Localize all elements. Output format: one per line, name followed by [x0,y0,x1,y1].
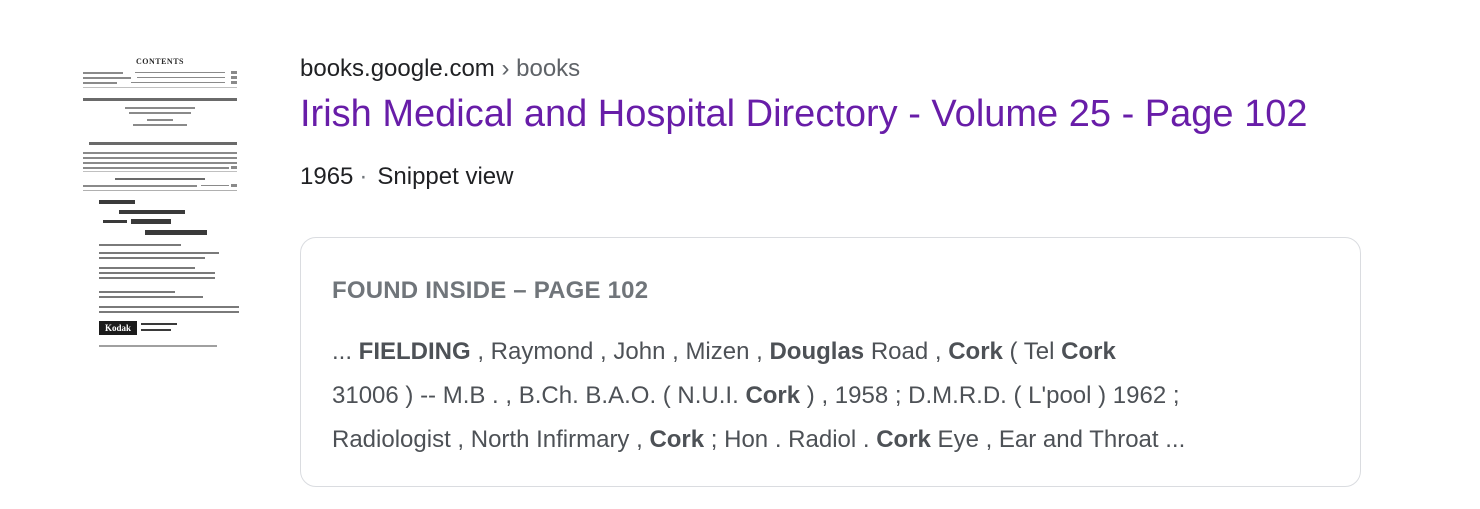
snippet-segment: ... [332,338,359,365]
snippet-line: ... FIELDING , Raymond , John , Mizen , … [332,330,1330,374]
result-domain: books.google.com [300,55,495,82]
book-thumbnail[interactable]: CONTENTS Kodak [81,57,239,353]
snippet-highlight: Cork [745,382,801,409]
snippet-segment: ( Tel [1002,338,1062,365]
snippet-line: 31006 ) -- M.B . , B.Ch. B.A.O. ( N.U.I.… [332,374,1330,418]
snippet-segment: Radiologist , North Infirmary , [332,426,650,453]
thumbnail-brand-mark: Kodak [99,321,137,335]
snippet-segment: Road , [864,338,949,365]
result-title-link[interactable]: Irish Medical and Hospital Directory - V… [300,90,1400,138]
snippet-segment: 31006 ) -- M.B . , B.Ch. B.A.O. ( N.U.I. [332,382,746,409]
found-inside-heading: FOUND INSIDE – PAGE 102 [332,277,649,304]
snippet-highlight: Cork [1061,338,1116,365]
meta-separator: · [359,163,368,190]
snippet-highlight: Douglas [769,338,865,365]
snippet-segment: ) , 1958 ; D.M.R.D. ( L'pool ) 1962 ; [800,382,1180,409]
snippet-line: Radiologist , North Infirmary , Cork ; H… [332,418,1330,462]
snippet-highlight: Cork [649,426,705,453]
result-breadcrumb[interactable]: books.google.com › books [300,52,1400,86]
snippet-segment: , Raymond , John , Mizen , [470,338,770,365]
search-result: books.google.com › books Irish Medical a… [300,52,1400,194]
publication-year: 1965 [300,163,354,190]
found-inside-card: FOUND INSIDE – PAGE 102 ... FIELDING , R… [300,237,1361,487]
thumbnail-page-scan [83,71,239,347]
snippet-segment: Eye , Ear and Throat ... [930,426,1186,453]
result-meta: 1965 · Snippet view [300,160,1400,194]
snippet-highlight: Cork [948,338,1003,365]
view-type: Snippet view [377,163,514,190]
snippet-text: ... FIELDING , Raymond , John , Mizen , … [332,330,1330,462]
result-path: books [516,55,581,82]
thumbnail-contents-heading: CONTENTS [135,57,184,66]
snippet-highlight: FIELDING [358,338,471,365]
snippet-highlight: Cork [876,426,931,453]
snippet-segment: ; Hon . Radiol . [704,426,877,453]
breadcrumb-separator: › [501,55,510,82]
